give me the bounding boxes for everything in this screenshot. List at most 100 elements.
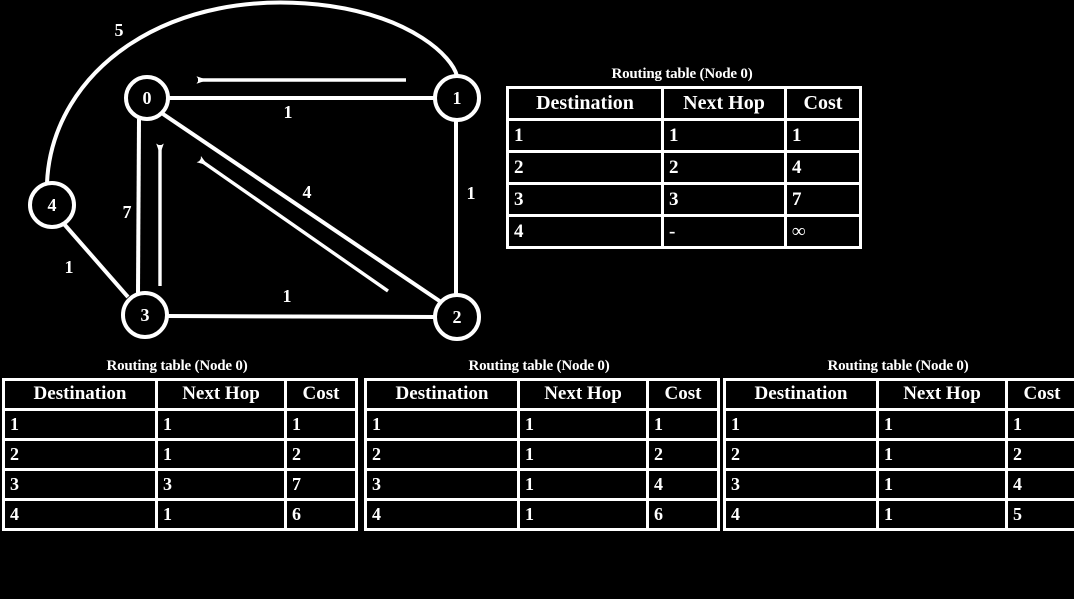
cell-next-hop: 1 (664, 121, 784, 150)
column-header-cost: Cost (649, 381, 717, 408)
edge-4-0-curve-line (45, 0, 459, 184)
cell-cost: 1 (649, 411, 717, 438)
table-header-row: Destination Next Hop Cost (5, 381, 355, 408)
table-header-row: Destination Next Hop Cost (509, 89, 859, 118)
cell-cost: 1 (787, 121, 859, 150)
node-3[interactable]: 3 (121, 291, 169, 339)
cell-destination: 4 (726, 501, 876, 528)
edge-4-3-weight-label: 1 (65, 257, 74, 277)
cell-destination: 3 (509, 185, 661, 214)
column-header-destination: Destination (726, 381, 876, 408)
routing-table-top-grid: Destination Next Hop Cost 1 1 1 2 2 4 3 (506, 86, 862, 249)
cell-destination: 4 (5, 501, 155, 528)
node-1-label: 1 (453, 88, 462, 108)
table-header-row: Destination Next Hop Cost (726, 381, 1074, 408)
cell-cost: 4 (1008, 471, 1074, 498)
routing-table-bottom-left-grid: Destination Next Hop Cost 1 1 1 2 1 2 3 (2, 378, 358, 531)
cell-destination: 2 (5, 441, 155, 468)
cell-next-hop: 1 (520, 411, 646, 438)
cell-cost: 4 (787, 153, 859, 182)
cell-next-hop: 1 (520, 471, 646, 498)
table-row: 3 1 4 (367, 471, 717, 498)
network-graph-svg: 0 1 2 3 4 5 1 1 1 7 4 1 (28, 0, 481, 341)
column-header-destination: Destination (509, 89, 661, 118)
arrow-2-to-0-line (196, 156, 389, 293)
routing-table-bottom-middle-title: Routing table (Node 0) (468, 358, 610, 374)
cell-cost: 4 (649, 471, 717, 498)
network-graph: 0 1 2 3 4 5 1 1 1 7 4 1 (0, 0, 500, 352)
edge-4-3-line (62, 222, 130, 299)
cell-next-hop: 1 (158, 441, 284, 468)
cell-cost: 6 (287, 501, 355, 528)
cell-cost: 5 (1008, 501, 1074, 528)
diagram-canvas: 0 1 2 3 4 5 1 1 1 7 4 1 Routing table (N… (0, 0, 1074, 599)
node-4[interactable]: 4 (28, 181, 76, 229)
cell-cost: 2 (1008, 441, 1074, 468)
column-header-cost: Cost (287, 381, 355, 408)
routing-table-top: Routing table (Node 0) Destination Next … (506, 66, 862, 249)
cell-next-hop: - (664, 217, 784, 246)
routing-table-top-title: Routing table (Node 0) (611, 66, 753, 82)
cell-destination: 3 (726, 471, 876, 498)
routing-table-bottom-right-title: Routing table (Node 0) (827, 358, 969, 374)
cell-destination: 4 (367, 501, 517, 528)
cell-cost: 7 (787, 185, 859, 214)
table-row: 1 1 1 (509, 121, 859, 150)
table-row: 2 1 2 (367, 441, 717, 468)
node-0[interactable]: 0 (124, 75, 170, 121)
column-header-next-hop: Next Hop (520, 381, 646, 408)
cell-next-hop: 2 (664, 153, 784, 182)
node-0-label: 0 (143, 88, 152, 108)
edge-0-3-weight-label: 7 (123, 202, 132, 222)
node-2[interactable]: 2 (433, 293, 481, 341)
cell-cost: 7 (287, 471, 355, 498)
edge-1-2-weight-label: 1 (467, 183, 476, 203)
edge-3-2-weight-label: 1 (283, 286, 292, 306)
table-row: 2 1 2 (5, 441, 355, 468)
cell-next-hop: 3 (664, 185, 784, 214)
graph-nodes: 0 1 2 3 4 (28, 74, 481, 341)
cell-destination: 1 (726, 411, 876, 438)
table-row: 4 1 6 (367, 501, 717, 528)
cell-destination: 1 (367, 411, 517, 438)
column-header-cost: Cost (787, 89, 859, 118)
cell-destination: 3 (367, 471, 517, 498)
table-row: 1 1 1 (726, 411, 1074, 438)
cell-cost: ∞ (787, 217, 859, 246)
cell-destination: 2 (509, 153, 661, 182)
cell-next-hop: 1 (879, 441, 1005, 468)
column-header-next-hop: Next Hop (158, 381, 284, 408)
routing-table-bottom-right: Routing table (Node 0) Destination Next … (723, 358, 1074, 531)
cell-next-hop: 1 (158, 501, 284, 528)
routing-table-bottom-left-title: Routing table (Node 0) (106, 358, 248, 374)
cell-cost: 1 (1008, 411, 1074, 438)
edge-0-2-line (161, 112, 443, 304)
node-4-label: 4 (48, 195, 57, 215)
table-row: 1 1 1 (367, 411, 717, 438)
table-row: 3 3 7 (509, 185, 859, 214)
node-3-label: 3 (141, 305, 150, 325)
cell-cost: 6 (649, 501, 717, 528)
cell-cost: 2 (649, 441, 717, 468)
table-row: 4 1 6 (5, 501, 355, 528)
cell-destination: 4 (509, 217, 661, 246)
routing-table-bottom-right-grid: Destination Next Hop Cost 1 1 1 2 1 2 3 (723, 378, 1074, 531)
routing-table-bottom-middle-grid: Destination Next Hop Cost 1 1 1 2 1 2 3 (364, 378, 720, 531)
cell-next-hop: 1 (520, 441, 646, 468)
table-header-row: Destination Next Hop Cost (367, 381, 717, 408)
table-row: 2 1 2 (726, 441, 1074, 468)
cell-destination: 2 (726, 441, 876, 468)
cell-cost: 1 (287, 411, 355, 438)
cell-destination: 1 (5, 411, 155, 438)
cell-destination: 1 (509, 121, 661, 150)
edge-3-2-line (166, 314, 436, 319)
routing-table-bottom-middle: Routing table (Node 0) Destination Next … (364, 358, 720, 531)
table-row: 4 1 5 (726, 501, 1074, 528)
column-header-destination: Destination (5, 381, 155, 408)
node-1[interactable]: 1 (433, 74, 481, 122)
edge-0-2-weight-label: 4 (303, 182, 312, 202)
cell-next-hop: 1 (520, 501, 646, 528)
cell-next-hop: 3 (158, 471, 284, 498)
edge-4-0-weight-label: 5 (115, 20, 124, 40)
cell-destination: 3 (5, 471, 155, 498)
